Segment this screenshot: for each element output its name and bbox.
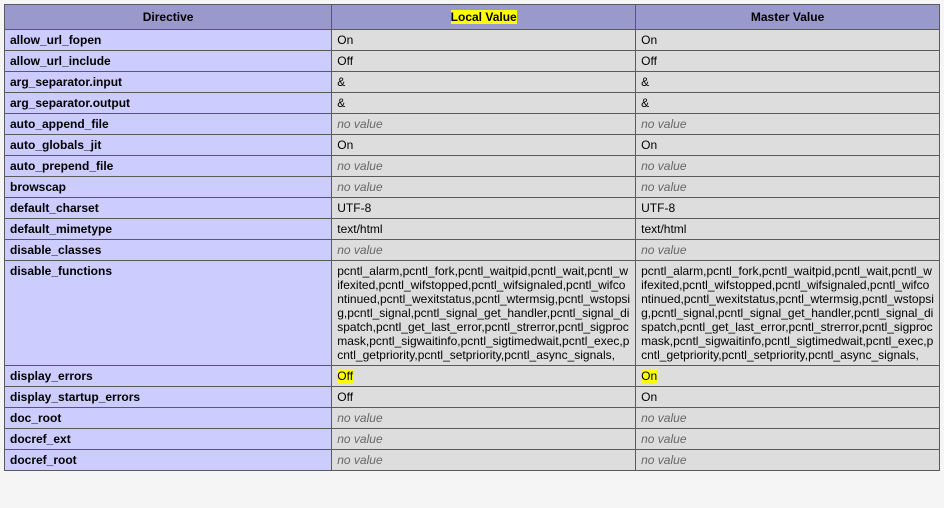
local-value: Off bbox=[332, 366, 636, 387]
local-value: Off bbox=[332, 51, 636, 72]
local-value: pcntl_alarm,pcntl_fork,pcntl_waitpid,pcn… bbox=[332, 261, 636, 366]
directive-name: disable_functions bbox=[5, 261, 332, 366]
local-value: On bbox=[332, 135, 636, 156]
table-header: Directive Local Value Master Value bbox=[5, 5, 940, 30]
table-row: allow_url_includeOffOff bbox=[5, 51, 940, 72]
local-value: & bbox=[332, 72, 636, 93]
local-value: no value bbox=[332, 408, 636, 429]
table-row: doc_rootno valueno value bbox=[5, 408, 940, 429]
master-value: no value bbox=[636, 408, 940, 429]
local-value: & bbox=[332, 93, 636, 114]
local-value: no value bbox=[332, 114, 636, 135]
directive-name: disable_classes bbox=[5, 240, 332, 261]
table-row: disable_functionspcntl_alarm,pcntl_fork,… bbox=[5, 261, 940, 366]
table-row: disable_classesno valueno value bbox=[5, 240, 940, 261]
local-value: no value bbox=[332, 240, 636, 261]
directive-name: browscap bbox=[5, 177, 332, 198]
master-value: no value bbox=[636, 450, 940, 471]
master-value: On bbox=[636, 387, 940, 408]
directive-name: default_charset bbox=[5, 198, 332, 219]
directive-name: doc_root bbox=[5, 408, 332, 429]
directive-name: auto_prepend_file bbox=[5, 156, 332, 177]
master-value: no value bbox=[636, 177, 940, 198]
table-row: auto_prepend_fileno valueno value bbox=[5, 156, 940, 177]
header-local-value: Local Value bbox=[332, 5, 636, 30]
directive-name: allow_url_include bbox=[5, 51, 332, 72]
master-value: On bbox=[636, 366, 940, 387]
table-row: docref_extno valueno value bbox=[5, 429, 940, 450]
local-value: no value bbox=[332, 450, 636, 471]
table-row: allow_url_fopenOnOn bbox=[5, 30, 940, 51]
master-value: no value bbox=[636, 429, 940, 450]
php-config-table: Directive Local Value Master Value allow… bbox=[4, 4, 940, 471]
table-body: allow_url_fopenOnOnallow_url_includeOffO… bbox=[5, 30, 940, 471]
local-value: no value bbox=[332, 429, 636, 450]
master-value: & bbox=[636, 93, 940, 114]
master-value: pcntl_alarm,pcntl_fork,pcntl_waitpid,pcn… bbox=[636, 261, 940, 366]
table-row: display_errorsOffOn bbox=[5, 366, 940, 387]
table-row: browscapno valueno value bbox=[5, 177, 940, 198]
master-value: UTF-8 bbox=[636, 198, 940, 219]
directive-name: docref_ext bbox=[5, 429, 332, 450]
local-value: On bbox=[332, 30, 636, 51]
local-value: Off bbox=[332, 387, 636, 408]
table-row: auto_append_fileno valueno value bbox=[5, 114, 940, 135]
master-value: no value bbox=[636, 156, 940, 177]
directive-name: arg_separator.output bbox=[5, 93, 332, 114]
table-row: arg_separator.input&& bbox=[5, 72, 940, 93]
master-value: no value bbox=[636, 240, 940, 261]
directive-name: auto_append_file bbox=[5, 114, 332, 135]
table-row: display_startup_errorsOffOn bbox=[5, 387, 940, 408]
directive-name: display_startup_errors bbox=[5, 387, 332, 408]
table-row: default_mimetypetext/htmltext/html bbox=[5, 219, 940, 240]
table-row: docref_rootno valueno value bbox=[5, 450, 940, 471]
local-value: no value bbox=[332, 156, 636, 177]
table-row: auto_globals_jitOnOn bbox=[5, 135, 940, 156]
header-directive: Directive bbox=[5, 5, 332, 30]
local-value: text/html bbox=[332, 219, 636, 240]
directive-name: default_mimetype bbox=[5, 219, 332, 240]
master-value: text/html bbox=[636, 219, 940, 240]
directive-name: arg_separator.input bbox=[5, 72, 332, 93]
master-value: On bbox=[636, 30, 940, 51]
table-row: arg_separator.output&& bbox=[5, 93, 940, 114]
directive-name: allow_url_fopen bbox=[5, 30, 332, 51]
master-value: no value bbox=[636, 114, 940, 135]
directive-name: display_errors bbox=[5, 366, 332, 387]
local-value: no value bbox=[332, 177, 636, 198]
master-value: On bbox=[636, 135, 940, 156]
directive-name: auto_globals_jit bbox=[5, 135, 332, 156]
master-value: & bbox=[636, 72, 940, 93]
local-value: UTF-8 bbox=[332, 198, 636, 219]
header-master-value: Master Value bbox=[636, 5, 940, 30]
directive-name: docref_root bbox=[5, 450, 332, 471]
master-value: Off bbox=[636, 51, 940, 72]
table-row: default_charsetUTF-8UTF-8 bbox=[5, 198, 940, 219]
